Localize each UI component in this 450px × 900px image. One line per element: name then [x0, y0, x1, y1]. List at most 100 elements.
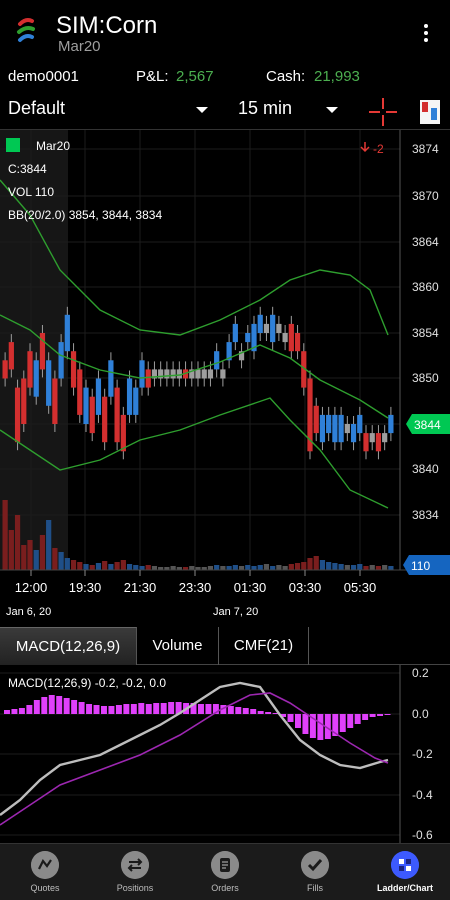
- macd-histogram-bar: [302, 714, 309, 734]
- nav-item-positions[interactable]: Positions: [90, 844, 180, 900]
- pnl-value: 2,567: [176, 68, 214, 85]
- fills-icon: [301, 851, 329, 879]
- app-logo-icon: [17, 18, 35, 42]
- candle-body: [195, 369, 201, 379]
- candle-body: [83, 387, 89, 424]
- overflow-menu-icon[interactable]: [416, 18, 436, 48]
- account-id: demo0001: [8, 68, 79, 85]
- nav-item-fills[interactable]: Fills: [270, 844, 360, 900]
- macd-histogram-bar: [242, 708, 249, 714]
- nav-label-quotes: Quotes: [30, 883, 60, 893]
- volume-bar: [2, 500, 8, 570]
- volume-bar: [70, 560, 77, 570]
- volume-bar: [207, 566, 214, 570]
- candle-body: [145, 369, 151, 388]
- volume-bar: [270, 566, 276, 570]
- candle-body: [326, 414, 332, 434]
- macd-histogram-bar: [153, 703, 160, 714]
- candle-body: [8, 342, 14, 370]
- volume-bar: [369, 565, 375, 570]
- nav-label-fills: Fills: [307, 883, 323, 893]
- candle-body: [257, 314, 263, 333]
- volume-bar: [251, 566, 257, 570]
- nav-label-positions: Positions: [116, 883, 154, 893]
- volume-bar: [64, 558, 70, 570]
- candle-body: [214, 351, 220, 370]
- positions-icon: [121, 851, 149, 879]
- tab-volume[interactable]: Volume: [137, 627, 219, 665]
- volume-bar: [77, 562, 83, 570]
- volume-bar: [382, 565, 388, 570]
- volume-bar: [46, 520, 52, 570]
- app-bar: SIM:Corn Mar20: [0, 0, 450, 62]
- indicator-tabs: MACD(12,26,9) Volume CMF(21): [0, 627, 450, 665]
- interval-select[interactable]: 15 min: [238, 98, 338, 124]
- macd-histogram-bar: [362, 714, 369, 720]
- candle-body: [114, 387, 120, 443]
- interval-value: 15 min: [238, 98, 293, 118]
- macd-histogram-bar: [257, 711, 264, 714]
- crosshair-icon[interactable]: [368, 97, 398, 127]
- volume-bar: [14, 515, 21, 570]
- macd-axis-tick: -0.4: [412, 788, 433, 802]
- candle-body: [108, 360, 114, 397]
- volume-bar: [126, 564, 133, 570]
- macd-histogram-bar: [384, 714, 391, 715]
- macd-histogram-bar: [265, 712, 272, 714]
- time-axis-tick: 05:30: [344, 580, 377, 595]
- volume-bar: [263, 564, 270, 570]
- macd-axis-tick: -0.2: [412, 747, 433, 761]
- candle-body: [52, 378, 58, 424]
- candle-body: [102, 396, 108, 443]
- time-axis-tick: 19:30: [69, 580, 102, 595]
- volume-bar: [39, 535, 46, 570]
- volume-bar: [21, 545, 27, 570]
- volume-bar: [276, 565, 282, 570]
- tab-cmf[interactable]: CMF(21): [219, 627, 309, 665]
- tab-macd[interactable]: MACD(12,26,9): [0, 627, 137, 665]
- candle-body: [276, 323, 282, 333]
- close-readout: C:3844: [8, 162, 47, 176]
- candle-body: [120, 414, 126, 452]
- time-axis-tick: 12:00: [15, 580, 48, 595]
- nav-item-quotes[interactable]: Quotes: [0, 844, 90, 900]
- nav-item-orders[interactable]: Orders: [180, 844, 270, 900]
- candle-body: [294, 333, 301, 352]
- macd-histogram-bar: [56, 696, 63, 714]
- volume-bar: [238, 566, 245, 570]
- volume-bar: [139, 566, 145, 570]
- candle-body: [33, 360, 39, 397]
- bollinger-readout: BB(20/2.0) 3854, 3844, 3834: [8, 208, 162, 222]
- candle-body: [27, 351, 33, 388]
- nav-item-ladder-chart[interactable]: Ladder/Chart: [360, 844, 450, 900]
- chevron-down-icon: [196, 107, 208, 113]
- candle-body: [77, 369, 83, 415]
- candle-body: [133, 387, 139, 415]
- price-chart[interactable]: 3874 3870 3864 3860 3854 3850 3844 3840 3834 12:…: [0, 130, 450, 622]
- macd-histogram-bar: [4, 710, 10, 714]
- volume-bar: [145, 565, 151, 570]
- macd-histogram-bar: [115, 705, 122, 714]
- volume-bar: [102, 561, 108, 570]
- macd-chart[interactable]: 0.2 0.0 -0.2 -0.4 -0.6 MACD(12,26,9) -0.2, -…: [0, 665, 450, 843]
- volume-tag-value: 110: [411, 559, 430, 573]
- candle-body: [14, 387, 21, 443]
- volume-bar: [232, 565, 238, 570]
- volume-bar: [338, 564, 344, 570]
- volume-bar: [245, 565, 251, 570]
- candle-body: [64, 314, 70, 352]
- macd-histogram-bar: [78, 702, 85, 714]
- price-axis-tick: 3860: [412, 280, 439, 294]
- candle-body: [313, 405, 319, 434]
- price-axis-tick: 3840: [412, 462, 439, 476]
- macd-histogram-bar: [63, 698, 70, 714]
- volume-bar: [133, 565, 139, 570]
- candle-body: [369, 433, 375, 443]
- template-select[interactable]: Default: [8, 98, 208, 124]
- macd-histogram-bar: [205, 704, 212, 714]
- macd-histogram-bar: [198, 704, 204, 714]
- macd-histogram-bar: [108, 706, 115, 714]
- candle-body: [288, 323, 294, 352]
- volume-bar: [301, 562, 307, 570]
- chart-style-icon[interactable]: [420, 100, 440, 124]
